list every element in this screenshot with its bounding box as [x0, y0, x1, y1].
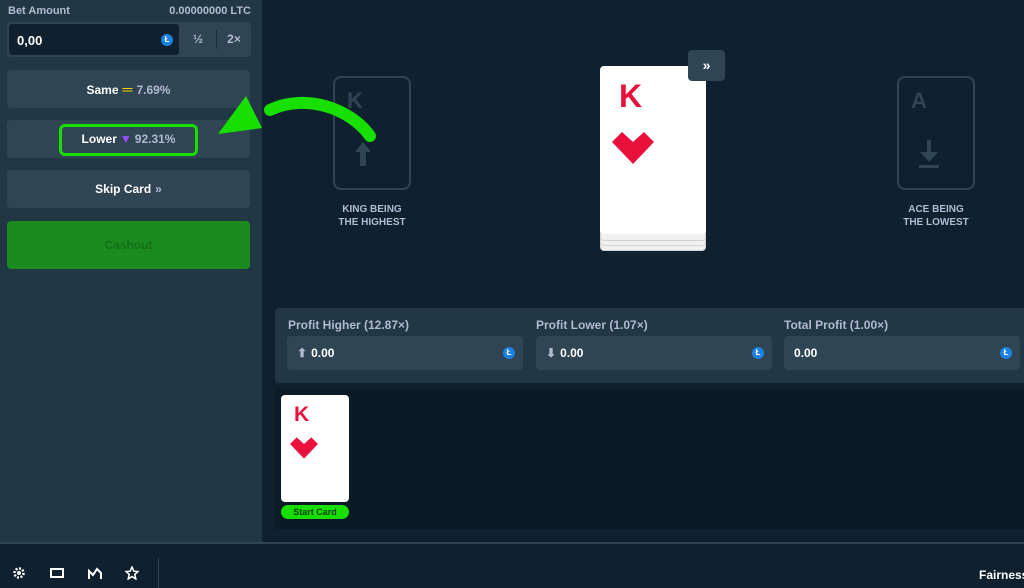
- same-probability: 7.69%: [136, 83, 171, 97]
- litecoin-icon: Ł: [1000, 347, 1012, 359]
- profit-higher-value: 0.00: [311, 346, 335, 360]
- profit-higher-label: Profit Higher (12.87×): [288, 318, 410, 332]
- current-card: K: [600, 66, 706, 234]
- total-profit-label: Total Profit (1.00×): [784, 318, 889, 332]
- start-card-label: Start Card: [281, 505, 349, 519]
- skip-card-label: Skip Card: [95, 182, 152, 196]
- ace-caption-line2: THE LOWEST: [903, 217, 969, 228]
- history-card: K: [281, 395, 349, 502]
- profit-panel: Profit Higher (12.87×) ⬆ 0.00 Ł Profit Lo…: [275, 308, 1024, 383]
- divider: [158, 558, 159, 588]
- litecoin-icon: Ł: [161, 34, 173, 46]
- profit-higher-display: ⬆ 0.00: [297, 346, 334, 360]
- star-icon[interactable]: [125, 566, 139, 580]
- litecoin-icon: Ł: [503, 347, 515, 359]
- skip-card-button[interactable]: Skip Card»: [7, 170, 250, 208]
- lowest-card-slot: A: [897, 76, 975, 190]
- total-profit-value: 0.00: [794, 346, 818, 360]
- theatre-mode-icon[interactable]: [50, 566, 64, 580]
- profit-higher-field: ⬆ 0.00 Ł: [287, 336, 523, 370]
- current-card-rank: K: [619, 78, 643, 114]
- stats-icon[interactable]: [88, 566, 102, 580]
- annotation-arrow-icon: [218, 96, 376, 142]
- current-card-deck: K: [600, 66, 706, 251]
- total-profit-field: 0.00 Ł: [784, 336, 1020, 370]
- king-caption: KING BEING THE HIGHEST: [312, 203, 432, 229]
- ace-rank: A: [911, 88, 927, 113]
- litecoin-icon: Ł: [752, 347, 764, 359]
- bottom-toolbar: Fairness: [0, 542, 1024, 588]
- bet-amount-input[interactable]: 0,00 Ł: [9, 24, 179, 55]
- bet-amount-crypto: 0.00000000 LTC: [169, 5, 251, 17]
- card-history: [275, 389, 1024, 529]
- profit-lower-label: Profit Lower (1.07×): [536, 318, 648, 332]
- lower-highlight-box: [59, 124, 198, 156]
- arrow-up-icon: ⬆: [297, 346, 308, 360]
- half-bet-button[interactable]: ½: [181, 24, 215, 55]
- cashout-button[interactable]: Cashout: [7, 221, 250, 269]
- profit-lower-field: ⬇ 0.00 Ł: [536, 336, 772, 370]
- fairness-link[interactable]: Fairness: [979, 568, 1024, 582]
- bet-input-group: 0,00 Ł ½ 2×: [7, 22, 251, 57]
- same-label: Same: [86, 83, 119, 97]
- equals-icon: ═: [122, 81, 133, 97]
- ace-caption: ACE BEING THE LOWEST: [876, 203, 996, 229]
- ace-caption-line1: ACE BEING: [908, 204, 964, 215]
- king-caption-line1: KING BEING: [342, 204, 402, 215]
- arrow-down-to-line-icon: [919, 140, 939, 168]
- profit-lower-display: ⬇ 0.00: [546, 346, 583, 360]
- skip-card-top-button[interactable]: »: [688, 50, 725, 81]
- arrow-down-icon: ⬇: [546, 346, 557, 360]
- gear-icon[interactable]: [12, 566, 26, 580]
- double-chevron-right-icon: »: [155, 182, 162, 196]
- history-card-rank: K: [294, 403, 310, 426]
- bet-amount-header: Bet Amount 0.00000000 LTC: [8, 5, 251, 19]
- double-bet-button[interactable]: 2×: [217, 24, 251, 55]
- bet-amount-label: Bet Amount: [8, 5, 70, 17]
- heart-suit-icon: [290, 437, 318, 459]
- profit-lower-value: 0.00: [560, 346, 584, 360]
- bet-amount-value: 0,00: [17, 33, 43, 48]
- heart-suit-icon: [612, 132, 654, 164]
- king-caption-line2: THE HIGHEST: [338, 217, 406, 228]
